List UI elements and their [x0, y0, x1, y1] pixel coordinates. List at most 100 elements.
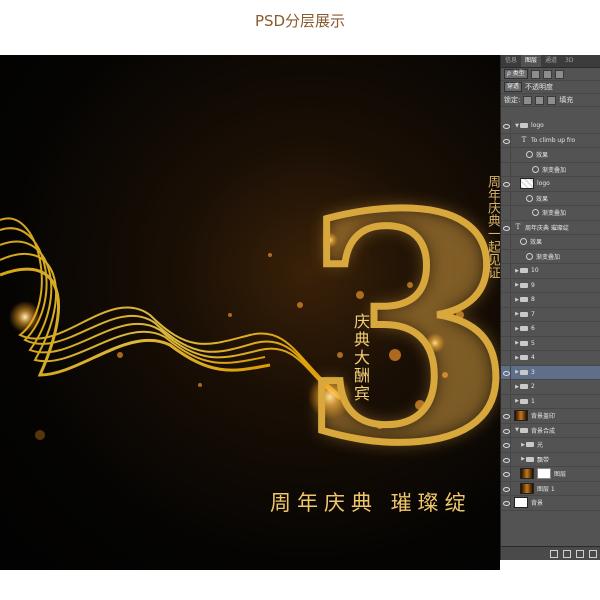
visibility-eye-icon[interactable]	[501, 481, 511, 495]
layer-row[interactable]: ▶ 6	[501, 322, 600, 337]
visibility-eye-icon[interactable]	[501, 162, 511, 176]
add-mask-icon[interactable]	[576, 549, 584, 558]
layer-row[interactable]: ▶ 9	[501, 278, 600, 293]
text-filter-icon[interactable]	[554, 69, 564, 79]
folder-icon	[526, 442, 534, 448]
layer-row[interactable]: 效果	[501, 148, 600, 163]
layer-row[interactable]: 效果	[501, 191, 600, 206]
visibility-eye-icon[interactable]	[501, 336, 511, 350]
tab-info[interactable]: 信息	[501, 55, 521, 67]
effect-icon	[526, 151, 533, 159]
lock-position-icon[interactable]	[535, 95, 545, 105]
folder-icon	[520, 297, 528, 303]
layer-row[interactable]: 图层 1	[501, 481, 600, 496]
visibility-eye-icon[interactable]	[501, 380, 511, 394]
layer-row[interactable]: 图层	[501, 467, 600, 482]
layer-row[interactable]: ▶ 7	[501, 307, 600, 322]
layer-row[interactable]: ▶ 4	[501, 351, 600, 366]
effect-icon	[520, 238, 527, 246]
tab-channels[interactable]: 通道	[541, 55, 561, 67]
layer-row[interactable]: ▼ logo	[501, 119, 600, 134]
visibility-eye-icon[interactable]	[501, 191, 511, 205]
visibility-eye-icon[interactable]	[501, 365, 511, 379]
layer-row[interactable]: ▶ 10	[501, 264, 600, 279]
visibility-eye-icon[interactable]	[501, 235, 511, 249]
visibility-eye-icon[interactable]	[501, 351, 511, 365]
layer-row[interactable]: 渐变叠加	[501, 249, 600, 264]
layer-row[interactable]: ▼ 背景合成	[501, 423, 600, 438]
layer-name: logo	[537, 180, 550, 188]
layer-row[interactable]: ▶ 2	[501, 380, 600, 395]
layer-name: 7	[531, 310, 535, 318]
folder-icon	[520, 384, 528, 390]
layer-row[interactable]: ▶ 3	[501, 365, 600, 380]
adjust-filter-icon[interactable]	[542, 69, 552, 79]
visibility-eye-icon[interactable]	[501, 322, 511, 336]
layer-name: 效果	[536, 195, 549, 203]
new-layer-icon[interactable]	[589, 549, 597, 558]
fill-label: 填充	[559, 96, 574, 104]
kind-filter-select[interactable]: ρ 类型	[504, 69, 528, 79]
lock-all-icon[interactable]	[547, 95, 557, 105]
layer-name: 2	[531, 383, 535, 391]
layer-row[interactable]: T To climb up fro	[501, 133, 600, 148]
layer-row[interactable]: ▶ 飘带	[501, 452, 600, 467]
visibility-eye-icon[interactable]	[501, 249, 511, 263]
visibility-eye-icon[interactable]	[501, 307, 511, 321]
visibility-eye-icon[interactable]	[501, 278, 511, 292]
layer-name: 图层 1	[537, 485, 555, 493]
fx-icon[interactable]	[563, 549, 571, 558]
layer-row[interactable]: logo	[501, 177, 600, 192]
layer-name: 4	[531, 354, 535, 362]
visibility-eye-icon[interactable]	[501, 496, 511, 510]
layer-row[interactable]: ▶ 1	[501, 394, 600, 409]
layer-name: 效果	[530, 239, 543, 247]
layer-row[interactable]: ▶ 5	[501, 336, 600, 351]
visibility-eye-icon[interactable]	[501, 119, 511, 133]
layer-row[interactable]: 背景盖印	[501, 409, 600, 424]
link-layers-icon[interactable]	[550, 549, 558, 558]
visibility-eye-icon[interactable]	[501, 423, 511, 437]
visibility-eye-icon[interactable]	[501, 467, 511, 481]
layer-row[interactable]: ▶ 光	[501, 438, 600, 453]
layer-thumbnail	[520, 482, 534, 494]
layer-name: 图层	[554, 471, 567, 479]
lock-pixels-icon[interactable]	[523, 95, 533, 105]
image-filter-icon[interactable]	[530, 69, 540, 79]
visibility-eye-icon[interactable]	[501, 452, 511, 466]
effect-icon	[526, 194, 533, 202]
blend-mode-select[interactable]: 穿透	[504, 82, 523, 92]
visibility-eye-icon[interactable]	[501, 264, 511, 278]
visibility-eye-icon[interactable]	[501, 438, 511, 452]
layer-row[interactable]: T 周年庆典 璀璨绽	[501, 220, 600, 235]
visibility-eye-icon[interactable]	[501, 409, 511, 423]
big-number-three: 3	[297, 148, 500, 512]
layer-name: To climb up fro	[531, 136, 576, 144]
visibility-eye-icon[interactable]	[501, 394, 511, 408]
tab-layers[interactable]: 图层	[521, 55, 542, 67]
visibility-eye-icon[interactable]	[501, 293, 511, 307]
layer-name: 渐变叠加	[542, 210, 567, 218]
text-layer-icon: T	[521, 136, 527, 145]
layer-row[interactable]: 背景	[501, 496, 600, 511]
layer-row[interactable]: 渐变叠加	[501, 206, 600, 221]
tab-3d[interactable]: 3D	[561, 55, 577, 67]
layer-name: 6	[531, 325, 535, 333]
visibility-eye-icon[interactable]	[501, 220, 511, 234]
panel-footer	[501, 546, 600, 560]
visibility-eye-icon[interactable]	[501, 148, 511, 162]
layer-row[interactable]: ▶ 8	[501, 293, 600, 308]
layer-name: 光	[537, 442, 544, 450]
document-canvas[interactable]: 3 庆典大酬宾 周年庆典一起见证 周年庆典 璀璨绽	[0, 55, 500, 570]
layer-name: 8	[531, 296, 535, 304]
layer-row[interactable]: 渐变叠加	[501, 162, 600, 177]
visibility-eye-icon[interactable]	[501, 206, 511, 220]
visibility-eye-icon[interactable]	[501, 177, 511, 191]
visibility-eye-icon[interactable]	[501, 133, 511, 147]
layer-thumbnail	[520, 468, 534, 480]
layer-row[interactable]: 效果	[501, 235, 600, 250]
